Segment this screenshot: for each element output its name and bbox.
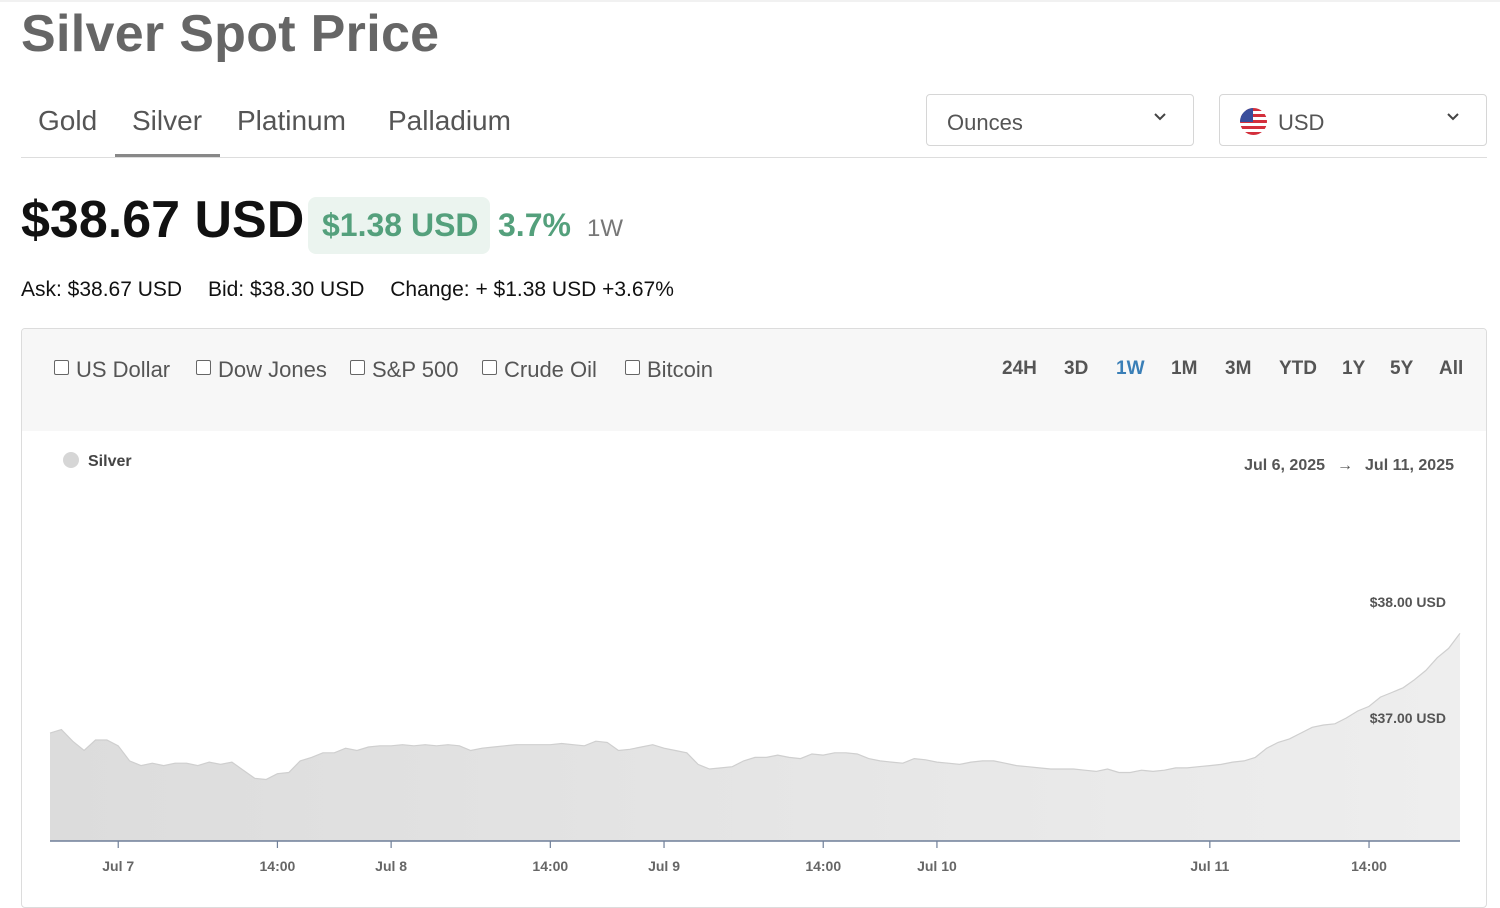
y-tick-label: $37.00 USD: [1370, 710, 1446, 726]
currency-select-value: USD: [1278, 110, 1325, 135]
unit-select[interactable]: Ounces: [926, 94, 1194, 146]
ask-price: Ask: $38.67 USD: [21, 278, 183, 301]
spot-price: $38.67 USD: [21, 191, 305, 249]
x-tick-label: Jul 7: [102, 858, 134, 874]
x-tick-label: 14:00: [532, 858, 568, 874]
x-tick-label: 14:00: [260, 858, 296, 874]
change-detail: Change: + $1.38 USD +3.67%: [390, 278, 674, 301]
date-range-to: Jul 11, 2025: [1365, 457, 1454, 474]
active-tab-indicator: [115, 154, 220, 157]
page-title: Silver Spot Price: [21, 5, 440, 63]
date-range: Jul 6, 2025 → Jul 11, 2025: [1244, 457, 1454, 474]
change-badge: $1.38 USD: [308, 197, 490, 254]
currency-select[interactable]: USD: [1219, 94, 1487, 146]
change-amount: $1.38 USD: [322, 207, 479, 243]
plot-area: Jul 7 14:00 Jul 8 14:00 Jul 9 14:00 Jul 10 Jul …: [49, 594, 1461, 874]
x-tick-label: 14:00: [1351, 858, 1387, 874]
series-silver-line: [49, 632, 1461, 781]
legend-marker: [63, 452, 79, 468]
quote-details: Ask: $38.67 USD Bid: $38.30 USD Change: …: [21, 278, 694, 302]
x-tick-label: 14:00: [805, 858, 841, 874]
date-range-from: Jul 6, 2025: [1244, 457, 1325, 474]
series-silver-area: [50, 633, 1460, 841]
date-range-arrow: →: [1337, 457, 1353, 474]
tab-silver[interactable]: Silver: [132, 105, 202, 137]
unit-select-value: Ounces: [947, 110, 1023, 135]
change-percent: 3.7%: [498, 207, 571, 243]
price-chart[interactable]: Silver Jul 6, 2025 → Jul 11, 2025 Jul 7 14:…: [22, 329, 1487, 908]
chevron-down-icon: [1154, 113, 1166, 121]
x-tick-label: Jul 11: [1190, 858, 1229, 874]
tab-palladium[interactable]: Palladium: [388, 105, 511, 137]
chart-card: US Dollar Dow Jones S&P 500 Crude Oil Bi…: [21, 328, 1487, 908]
legend-label-silver: Silver: [88, 453, 132, 470]
top-divider: [0, 0, 1500, 2]
tab-gold[interactable]: Gold: [38, 105, 97, 137]
chevron-down-icon: [1447, 113, 1459, 121]
us-flag-icon: [1240, 108, 1267, 135]
y-tick-label: $38.00 USD: [1370, 594, 1446, 610]
change-period: 1W: [587, 215, 623, 242]
x-tick-label: Jul 9: [648, 858, 680, 874]
x-tick-label: Jul 10: [917, 858, 957, 874]
bid-price: Bid: $38.30 USD: [207, 278, 365, 301]
x-tick-label: Jul 8: [375, 858, 407, 874]
tab-platinum[interactable]: Platinum: [237, 105, 346, 137]
